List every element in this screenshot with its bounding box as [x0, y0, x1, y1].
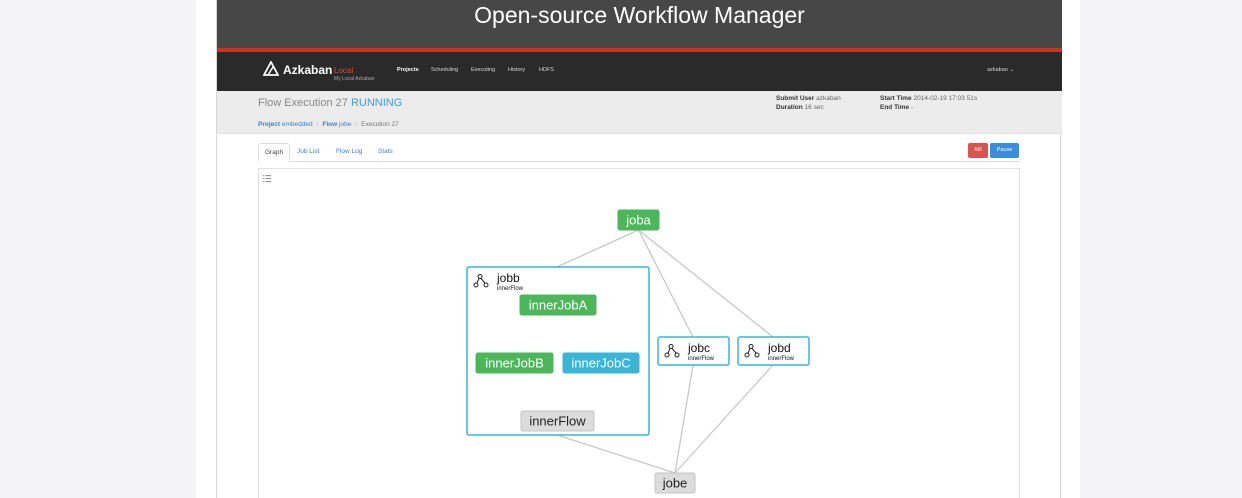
- breadcrumb-flow[interactable]: Flow jobe: [322, 121, 351, 128]
- job-node-label: joba: [625, 213, 651, 228]
- tab-stats[interactable]: Stats: [372, 143, 399, 162]
- graph-panel: jobb innerFlow jobc innerFlow jobd innerFlow j…: [258, 168, 1020, 498]
- brand-env: Local: [334, 66, 354, 75]
- breadcrumb-project[interactable]: Project embedded: [258, 121, 313, 128]
- start-time: Start Time 2014-02-19 17:03 51s: [880, 95, 977, 102]
- flow-node-sublabel: innerFlow: [768, 356, 795, 362]
- user-menu[interactable]: azkaban ⌄: [987, 67, 1014, 73]
- nav-projects[interactable]: Projects: [397, 67, 419, 73]
- start-time-value: 2014-02-19 17:03 51s: [913, 95, 978, 102]
- flow-node-sublabel: innerFlow: [497, 286, 524, 292]
- tab-graph[interactable]: Graph: [258, 143, 291, 162]
- kill-button[interactable]: Kill: [968, 143, 988, 158]
- job-node-jobe[interactable]: jobe: [654, 472, 696, 494]
- submit-user-value: azkaban: [816, 95, 841, 102]
- execution-status: RUNNING: [350, 97, 403, 109]
- end-time-value: -: [910, 104, 914, 111]
- flow-node-jobd[interactable]: jobdinnerFlow: [737, 336, 810, 366]
- tab-bar: Graph Job List Flow Log Stats: [258, 143, 1020, 162]
- job-node-label: jobe: [662, 476, 688, 491]
- graph-edge: [556, 229, 639, 268]
- nav-scheduling[interactable]: Scheduling: [431, 67, 458, 73]
- brand-subtitle: My Local Azkaban: [334, 76, 375, 82]
- nav-history[interactable]: History: [508, 67, 525, 73]
- graph-edge: [556, 434, 676, 474]
- job-node-innerFlow[interactable]: innerFlow: [520, 410, 595, 432]
- job-node-label: innerJobB: [485, 356, 544, 371]
- flow-node-sublabel: innerFlow: [688, 356, 715, 362]
- page-title: Flow Execution 27 RUNNING: [258, 97, 402, 109]
- tab-flow-log[interactable]: Flow Log: [330, 143, 368, 162]
- flow-graph: jobbinnerFlowjobcinnerFlowjobdinnerFlowj…: [466, 209, 810, 494]
- banner-title: Open-source Workflow Manager: [474, 2, 805, 28]
- flow-node-jobc[interactable]: jobcinnerFlow: [657, 336, 730, 366]
- flow-node-label: jobd: [767, 341, 791, 355]
- submit-user-label: Submit User: [776, 95, 815, 102]
- breadcrumb-execution: Execution 27: [361, 121, 399, 128]
- execution-title: Flow Execution 27: [258, 97, 348, 109]
- end-time: End Time -: [880, 104, 913, 111]
- start-time-label: Start Time: [880, 95, 912, 102]
- tab-job-list[interactable]: Job List: [291, 143, 325, 162]
- nav-hdfs[interactable]: HDFS: [539, 67, 554, 73]
- breadcrumb: Project embedded / Flow jobe / Execution 27: [258, 121, 399, 128]
- job-node-innerJobA[interactable]: innerJobA: [519, 294, 597, 316]
- job-node-innerJobB[interactable]: innerJobB: [475, 352, 554, 374]
- flow-node-jobb[interactable]: jobbinnerFlow: [466, 266, 650, 436]
- execution-header: Flow Execution 27 RUNNING Submit User az…: [217, 91, 1062, 134]
- duration-value: 16 sec: [804, 104, 824, 111]
- job-node-label: innerFlow: [529, 414, 586, 429]
- navbar: Azkaban Local My Local Azkaban Projects …: [217, 52, 1062, 91]
- breadcrumb-separator: /: [316, 121, 319, 128]
- end-time-label: End Time: [880, 104, 910, 111]
- job-node-innerJobC[interactable]: innerJobC: [562, 352, 640, 374]
- breadcrumb-separator: /: [355, 121, 358, 128]
- job-node-label: innerJobA: [529, 298, 588, 313]
- banner: Open-source Workflow Manager: [217, 0, 1062, 48]
- graph-edge: [638, 229, 774, 338]
- nav-executing[interactable]: Executing: [471, 67, 495, 73]
- azkaban-logo-icon: [263, 61, 279, 76]
- pause-button[interactable]: Pause: [990, 143, 1019, 158]
- brand-name: Azkaban: [283, 63, 333, 77]
- screenshot-area: Open-source Workflow Manager Azkaban Loc…: [216, 0, 1062, 498]
- flow-node-label: jobb: [496, 271, 520, 285]
- duration-label: Duration: [776, 104, 803, 111]
- job-node-joba[interactable]: joba: [617, 209, 660, 231]
- job-node-label: innerJobC: [571, 356, 630, 371]
- duration: Duration 16 sec: [776, 104, 824, 111]
- flow-node-label: jobc: [687, 341, 710, 355]
- submit-user: Submit User azkaban: [776, 95, 841, 102]
